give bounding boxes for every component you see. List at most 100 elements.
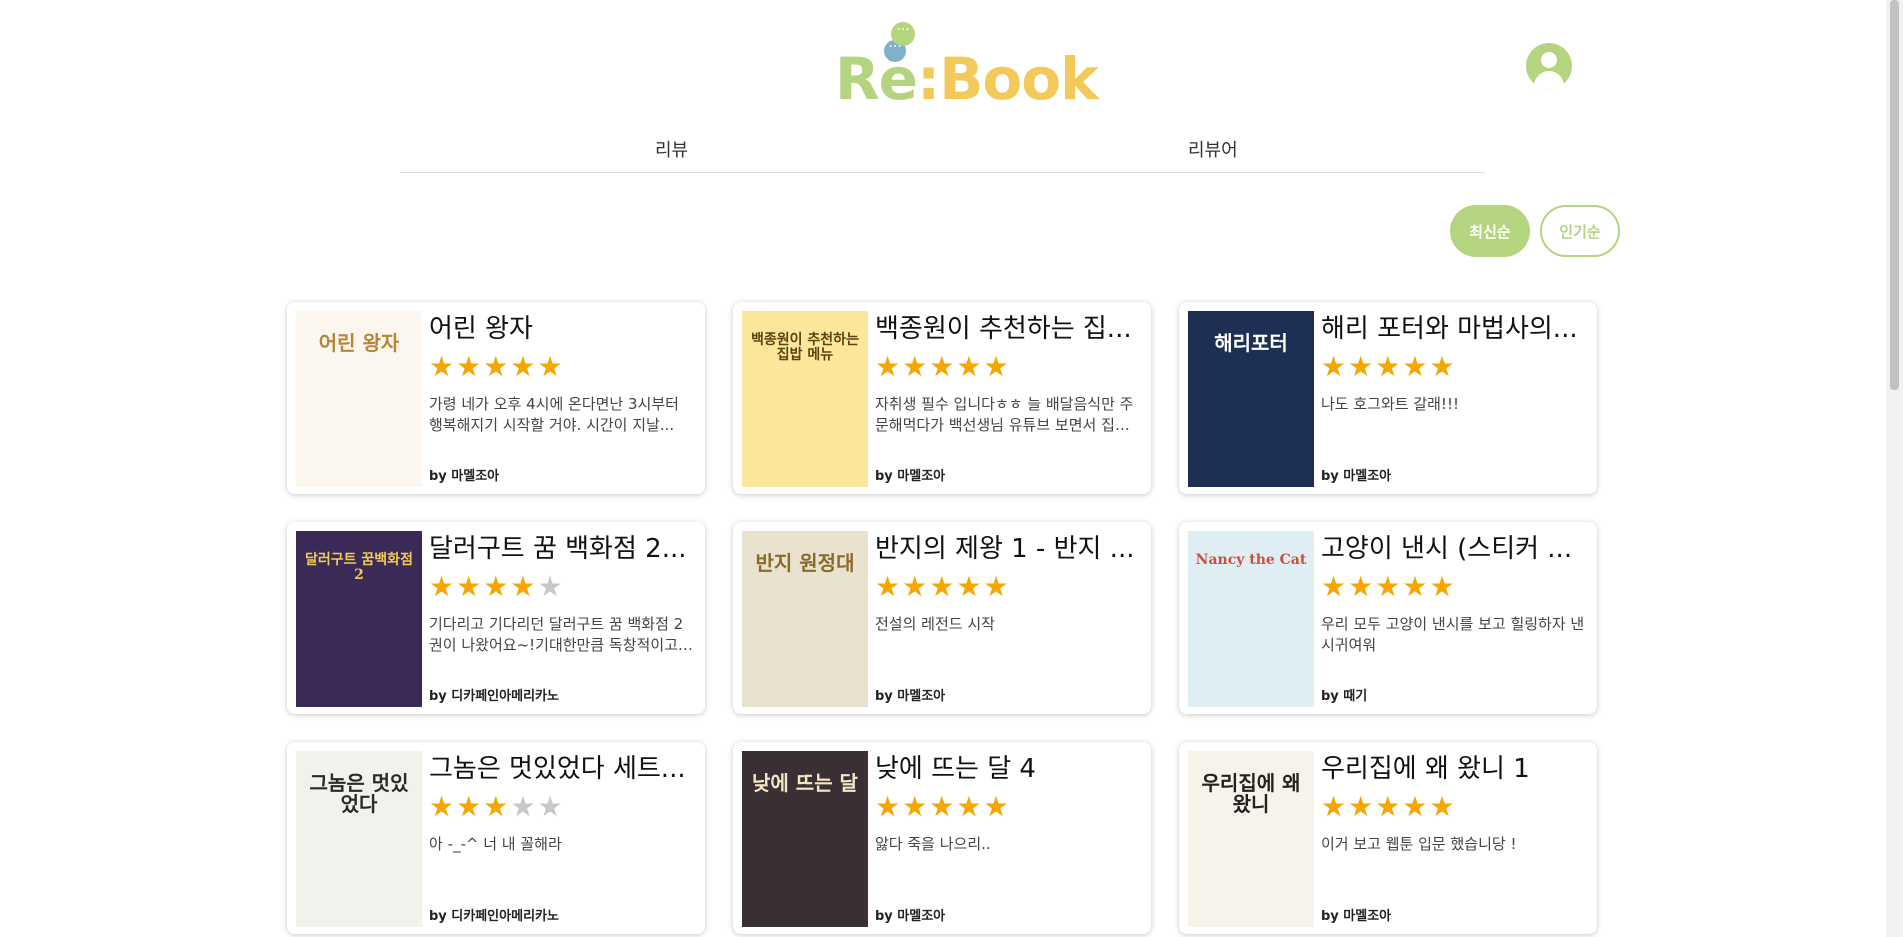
star-icon: ★: [983, 790, 1011, 823]
review-excerpt: 앓다 죽을 나으리..: [875, 835, 991, 853]
reviewer-name[interactable]: by 마멜조아: [429, 465, 499, 484]
book-title: 반지의 제왕 1 - 반지 ...: [875, 534, 1135, 564]
star-rating: ★★★★★: [875, 352, 1141, 384]
book-title: 해리 포터와 마법사의...: [1321, 314, 1578, 344]
star-icon: ★: [537, 790, 565, 823]
user-profile-icon[interactable]: [1526, 43, 1572, 89]
star-icon: ★: [1375, 570, 1403, 603]
star-icon: ★: [537, 570, 565, 603]
book-title: 어린 왕자: [429, 314, 533, 344]
review-card[interactable]: 어린 왕자 어린 왕자 ★★★★★ 가령 네가 오후 4시에 온다면난 3시부터 행복…: [287, 302, 705, 494]
star-rating: ★★★★★: [429, 792, 695, 824]
star-icon: ★: [510, 570, 538, 603]
review-card[interactable]: 달러구트 꿈백화점 2 달러구트 꿈 백화점 2... ★★★★★ 기다리고 기다리던…: [287, 522, 705, 714]
cover-title: Nancy the Cat: [1195, 552, 1307, 568]
book-cover-image: 어린 왕자: [296, 311, 422, 487]
review-card[interactable]: 낮에 뜨는 달 낮에 뜨는 달 4 ★★★★★ 앓다 죽을 나으리.. by 마멜조아: [733, 742, 1151, 934]
review-excerpt: 이거 보고 웹툰 입문 했습니당 !: [1321, 835, 1517, 853]
book-title: 그놈은 멋있었다 세트...: [429, 754, 686, 784]
rebook-logo[interactable]: ··· ··· Re:Book: [835, 18, 1099, 108]
reviewer-name[interactable]: by 마멜조아: [1321, 465, 1391, 484]
star-icon: ★: [510, 350, 538, 383]
star-icon: ★: [1321, 350, 1349, 383]
cover-title: 우리집에 왜 왔니: [1201, 771, 1301, 816]
star-icon: ★: [1321, 570, 1349, 603]
chat-bubble-icon: ···: [891, 22, 915, 46]
review-card[interactable]: 우리집에 왜 왔니 우리집에 왜 왔니 1 ★★★★★ 이거 보고 웹툰 입문 했습니…: [1179, 742, 1597, 934]
star-icon: ★: [483, 350, 511, 383]
reviewer-name[interactable]: by 마멜조아: [875, 685, 945, 704]
star-icon: ★: [429, 350, 457, 383]
review-card[interactable]: 반지 원정대 반지의 제왕 1 - 반지 ... ★★★★★ 전설의 레전드 시작 by…: [733, 522, 1151, 714]
tab-reviewers[interactable]: 리뷰어: [1188, 136, 1238, 162]
star-icon: ★: [956, 350, 984, 383]
star-icon: ★: [1402, 790, 1430, 823]
sort-latest-button[interactable]: 최신순: [1450, 205, 1530, 257]
book-title: 고양이 낸시 (스티커 ...: [1321, 534, 1573, 564]
book-cover-image: 그놈은 멋있었다: [296, 751, 422, 927]
star-icon: ★: [902, 790, 930, 823]
tab-reviews[interactable]: 리뷰: [655, 136, 688, 162]
star-icon: ★: [1429, 570, 1457, 603]
star-icon: ★: [483, 570, 511, 603]
reviewer-name[interactable]: by 때기: [1321, 685, 1367, 704]
star-icon: ★: [1402, 350, 1430, 383]
star-icon: ★: [429, 790, 457, 823]
book-cover-image: 우리집에 왜 왔니: [1188, 751, 1314, 927]
book-cover-image: 달러구트 꿈백화점 2: [296, 531, 422, 707]
cover-title: 반지 원정대: [755, 551, 855, 575]
review-excerpt: 우리 모두 고양이 낸시를 보고 힐링하자 낸시귀여워: [1321, 615, 1585, 654]
reviewer-name[interactable]: by 디카페인아메리카노: [429, 905, 559, 924]
star-icon: ★: [929, 570, 957, 603]
star-icon: ★: [902, 570, 930, 603]
star-icon: ★: [956, 790, 984, 823]
review-card[interactable]: 그놈은 멋있었다 그놈은 멋있었다 세트... ★★★★★ 아 -_-^ 너 내 꼴해…: [287, 742, 705, 934]
book-cover-image: Nancy the Cat: [1188, 531, 1314, 707]
star-icon: ★: [537, 350, 565, 383]
star-icon: ★: [956, 570, 984, 603]
book-cover-image: 백종원이 추천하는 집밥 메뉴: [742, 311, 868, 487]
star-rating: ★★★★★: [875, 792, 1141, 824]
star-icon: ★: [902, 350, 930, 383]
star-icon: ★: [1429, 790, 1457, 823]
star-icon: ★: [1429, 350, 1457, 383]
star-icon: ★: [510, 790, 538, 823]
scrollbar-thumb[interactable]: [1890, 0, 1899, 390]
review-card[interactable]: 해리포터 해리 포터와 마법사의... ★★★★★ 나도 호그와트 갈래!!! by 마…: [1179, 302, 1597, 494]
reviewer-name[interactable]: by 마멜조아: [875, 465, 945, 484]
star-icon: ★: [456, 790, 484, 823]
star-rating: ★★★★★: [1321, 572, 1587, 604]
review-excerpt: 아 -_-^ 너 내 꼴해라: [429, 835, 562, 853]
star-icon: ★: [875, 790, 903, 823]
book-title: 달러구트 꿈 백화점 2...: [429, 534, 687, 564]
star-icon: ★: [983, 350, 1011, 383]
star-icon: ★: [1348, 350, 1376, 383]
review-excerpt: 나도 호그와트 갈래!!!: [1321, 395, 1459, 413]
cover-title: 백종원이 추천하는 집밥 메뉴: [751, 332, 859, 363]
review-excerpt: 기다리고 기다리던 달러구트 꿈 백화점 2권이 나왔어요~!기대한만큼 독창적…: [429, 615, 684, 654]
cover-title: 낮에 뜨는 달: [752, 771, 858, 795]
page-scrollbar[interactable]: [1886, 0, 1903, 937]
star-icon: ★: [875, 350, 903, 383]
book-title: 백종원이 추천하는 집...: [875, 314, 1132, 344]
book-cover-image: 해리포터: [1188, 311, 1314, 487]
star-icon: ★: [929, 790, 957, 823]
star-icon: ★: [875, 570, 903, 603]
star-icon: ★: [1321, 790, 1349, 823]
star-icon: ★: [483, 790, 511, 823]
review-card[interactable]: Nancy the Cat 고양이 낸시 (스티커 ... ★★★★★ 우리 모두 고…: [1179, 522, 1597, 714]
sort-popular-button[interactable]: 인기순: [1540, 205, 1620, 257]
book-title: 낮에 뜨는 달 4: [875, 754, 1036, 784]
cover-title: 그놈은 멋있었다: [309, 771, 409, 816]
review-excerpt: 가령 네가 오후 4시에 온다면난 3시부터 행복해지기 시작할 거야. 시간이…: [429, 395, 679, 434]
review-excerpt: 자취생 필수 입니다ㅎㅎ 늘 배달음식만 주문해먹다가 백선생님 유튜브 보면서…: [875, 395, 1134, 434]
reviewer-name[interactable]: by 마멜조아: [1321, 905, 1391, 924]
review-card[interactable]: 백종원이 추천하는 집밥 메뉴 백종원이 추천하는 집... ★★★★★ 자취생 필수…: [733, 302, 1151, 494]
reviewer-name[interactable]: by 마멜조아: [875, 905, 945, 924]
logo-text: Re:Book: [835, 45, 1099, 113]
star-rating: ★★★★★: [875, 572, 1141, 604]
star-rating: ★★★★★: [1321, 352, 1587, 384]
reviewer-name[interactable]: by 디카페인아메리카노: [429, 685, 559, 704]
star-icon: ★: [1375, 790, 1403, 823]
star-rating: ★★★★★: [1321, 792, 1587, 824]
